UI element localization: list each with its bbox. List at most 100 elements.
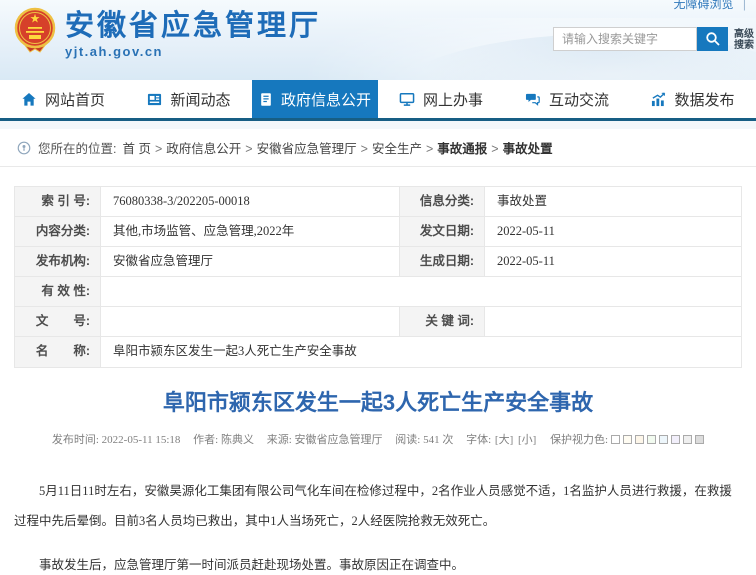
info-table-row: 文 号: 关 键 词: [15,307,741,337]
info-table-row: 名 称:阜阳市颍东区发生一起3人死亡生产安全事故 [15,337,741,367]
nav-item-label: 互动交流 [549,89,609,110]
eye-color-swatch[interactable] [647,435,656,444]
breadcrumb-prefix: 您所在的位置: [38,138,116,157]
info-table-value [485,307,741,336]
site-header: ★ 安徽省应急管理厅 yjt.ah.gov.cn 无障碍浏览 | 高 [0,0,756,80]
nav-item-label: 网站首页 [45,89,105,110]
article-author: 作者: 陈典义 [193,434,254,446]
eye-color-swatch[interactable] [623,435,632,444]
font-larger-button[interactable]: [大] [495,434,513,446]
eye-color-swatch[interactable] [671,435,680,444]
site-title: 安徽省应急管理厅 [65,10,321,42]
info-table-row: 索 引 号:76080338-3/202205-00018信息分类:事故处置 [15,187,741,217]
nav-item-news[interactable]: 新闻动态 [126,80,252,118]
breadcrumb-item[interactable]: 事故处置 [503,142,553,156]
brand-text: 安徽省应急管理厅 yjt.ah.gov.cn [65,7,321,59]
document-icon [259,92,273,107]
nav-item-label: 数据发布 [674,89,734,110]
breadcrumb-separator: > [245,142,252,156]
info-table-label: 发文日期: [400,217,485,246]
breadcrumb-item[interactable]: 安徽省应急管理厅 [257,142,357,156]
eye-protect-colors: 保护视力色: [550,434,704,446]
info-table-label: 发布机构: [15,247,101,276]
eye-color-swatch[interactable] [683,435,692,444]
article-title: 阜阳市颍东区发生一起3人死亡生产安全事故 [0,385,756,417]
info-table-label: 名 称: [15,337,101,367]
nav-item-label: 新闻动态 [170,89,230,110]
article-source: 来源: 安徽省应急管理厅 [267,434,383,446]
info-table-label: 内容分类: [15,217,101,246]
svg-text:★: ★ [30,12,41,26]
nav-item-data[interactable]: 数据发布 [630,80,756,118]
eye-color-swatches [608,434,704,446]
search-icon [705,31,721,47]
info-table: 索 引 号:76080338-3/202205-00018信息分类:事故处置内容… [14,186,742,368]
accessibility-link[interactable]: 无障碍浏览 [674,0,734,11]
nav-item-label: 政府信息公开 [281,89,371,110]
breadcrumb-separator: > [491,142,498,156]
breadcrumb-item[interactable]: 首 页 [122,142,150,156]
font-smaller-button[interactable]: [小] [518,434,536,446]
info-table-value [101,307,400,336]
monitor-icon [399,92,415,107]
nav-item-home[interactable]: 网站首页 [0,80,126,118]
page: ★ 安徽省应急管理厅 yjt.ah.gov.cn 无障碍浏览 | 高 [0,0,756,575]
eye-color-swatch[interactable] [659,435,668,444]
main-nav: 网站首页 新闻动态 政府信息公开 网上办事 互动交流 数据发布 [0,80,756,121]
search-button[interactable] [697,27,728,51]
info-table-label: 索 引 号: [15,187,101,216]
search-bar [553,27,728,51]
breadcrumb: 您所在的位置: 首 页 > 政府信息公开 > 安徽省应急管理厅 > 安全生产 > 事故通报 > 事故… [0,129,756,167]
info-table-row: 发布机构:安徽省应急管理厅生成日期:2022-05-11 [15,247,741,277]
location-icon [17,141,31,155]
article-meta: 发布时间: 2022-05-11 15:18 作者: 陈典义 来源: 安徽省应急… [0,431,756,447]
article-paragraph: 5月11日11时左右，安徽昊源化工集团有限公司气化车间在检修过程中，2名作业人员… [14,476,742,536]
chat-icon [525,92,541,107]
info-table-value: 2022-05-11 [485,247,741,276]
font-size-controls: 字体: [大] [小] [466,434,537,446]
breadcrumb-item[interactable]: 安全生产 [372,142,422,156]
nav-item-gov-info[interactable]: 政府信息公开 [252,80,378,118]
article-body: 5月11日11时左右，安徽昊源化工集团有限公司气化车间在检修过程中，2名作业人员… [14,476,742,575]
info-table-value: 安徽省应急管理厅 [101,247,400,276]
info-table-label: 信息分类: [400,187,485,216]
nav-sub-strip [0,121,756,129]
view-count: 阅读: 541 次 [395,434,453,446]
national-emblem-logo: ★ [14,7,56,55]
nav-item-interact[interactable]: 互动交流 [504,80,630,118]
access-bar: 无障碍浏览 | [674,0,746,12]
info-table-value: 76080338-3/202205-00018 [101,187,400,216]
breadcrumb-items: 首 页 > 政府信息公开 > 安徽省应急管理厅 > 安全生产 > 事故通报 > 事故处置 [119,138,555,157]
eye-color-swatch[interactable] [611,435,620,444]
article-paragraph: 事故发生后，应急管理厅第一时间派员赶赴现场处置。事故原因正在调查中。 [14,550,742,575]
breadcrumb-item[interactable]: 政府信息公开 [166,142,241,156]
advanced-search-link[interactable]: 高级搜索 [734,29,756,51]
info-table-value: 事故处置 [485,187,741,216]
info-table-value [101,277,741,306]
publish-time: 发布时间: 2022-05-11 15:18 [52,434,181,446]
info-table-value: 2022-05-11 [485,217,741,246]
chart-icon [651,92,666,107]
eye-color-swatch[interactable] [635,435,644,444]
home-icon [21,92,37,107]
info-table-row: 内容分类:其他,市场监管、应急管理,2022年发文日期:2022-05-11 [15,217,741,247]
eye-color-swatch[interactable] [695,435,704,444]
info-table-row: 有 效 性: [15,277,741,307]
info-table-value: 其他,市场监管、应急管理,2022年 [101,217,400,246]
info-table-label: 关 键 词: [400,307,485,336]
info-table-label: 有 效 性: [15,277,101,306]
breadcrumb-item[interactable]: 事故通报 [437,142,487,156]
accessibility-divider: | [743,0,746,11]
breadcrumb-separator: > [155,142,162,156]
search-input[interactable] [553,27,697,51]
nav-item-online[interactable]: 网上办事 [378,80,504,118]
info-table-label: 生成日期: [400,247,485,276]
nav-item-label: 网上办事 [423,89,483,110]
breadcrumb-separator: > [361,142,368,156]
breadcrumb-separator: > [426,142,433,156]
news-icon [147,92,162,107]
site-brand[interactable]: ★ 安徽省应急管理厅 yjt.ah.gov.cn [14,7,321,59]
info-table-value: 阜阳市颍东区发生一起3人死亡生产安全事故 [101,337,741,367]
info-table-label: 文 号: [15,307,101,336]
site-domain: yjt.ah.gov.cn [65,44,321,59]
